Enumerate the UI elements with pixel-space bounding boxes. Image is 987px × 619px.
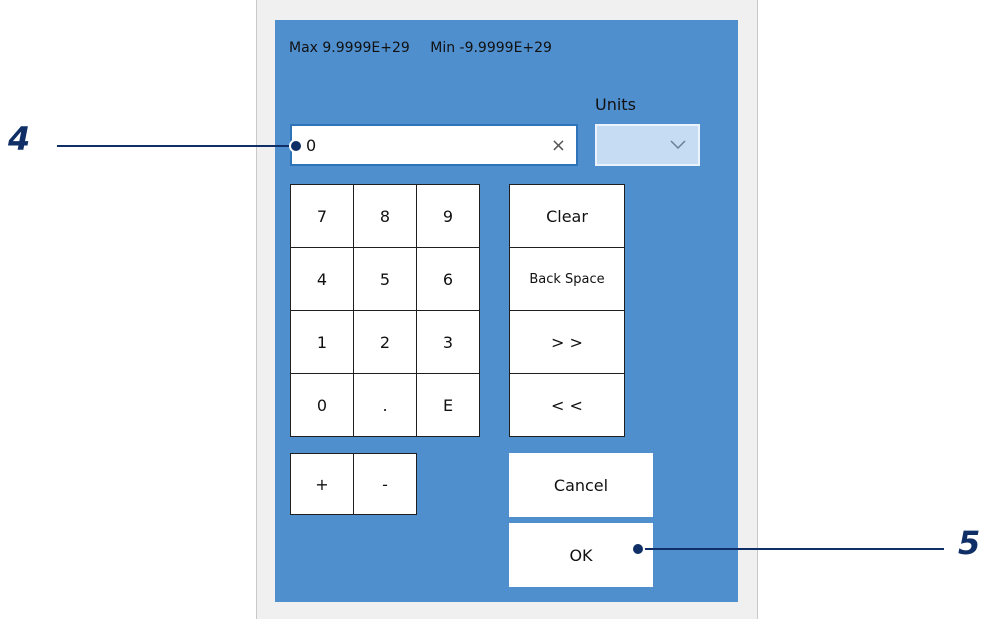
- key-4[interactable]: 4: [290, 247, 354, 311]
- callout-dot-5: [631, 542, 645, 556]
- callout-line-5: [636, 548, 944, 550]
- key-5[interactable]: 5: [353, 247, 417, 311]
- clear-button[interactable]: Clear: [509, 184, 625, 248]
- key-0[interactable]: 0: [290, 373, 354, 437]
- max-value-text: Max 9.9999E+29: [289, 40, 410, 56]
- key-plus[interactable]: +: [290, 453, 354, 515]
- key-1[interactable]: 1: [290, 310, 354, 374]
- chevron-down-icon: [670, 140, 686, 150]
- ok-button[interactable]: OK: [509, 523, 653, 587]
- key-6[interactable]: 6: [416, 247, 480, 311]
- key-minus[interactable]: -: [353, 453, 417, 515]
- key-7[interactable]: 7: [290, 184, 354, 248]
- backspace-button[interactable]: Back Space: [509, 247, 625, 311]
- min-value-text: Min -9.9999E+29: [430, 40, 552, 56]
- value-input[interactable]: 0 ×: [290, 124, 578, 166]
- cursor-back-button[interactable]: < <: [509, 373, 625, 437]
- key-3[interactable]: 3: [416, 310, 480, 374]
- key-exponent[interactable]: E: [416, 373, 480, 437]
- key-2[interactable]: 2: [353, 310, 417, 374]
- callout-number-5: 5: [958, 524, 981, 562]
- key-8[interactable]: 8: [353, 184, 417, 248]
- value-input-text: 0: [306, 136, 317, 155]
- units-label: Units: [595, 95, 636, 114]
- cancel-button[interactable]: Cancel: [509, 453, 653, 517]
- key-decimal[interactable]: .: [353, 373, 417, 437]
- callout-number-4: 4: [8, 120, 31, 158]
- key-9[interactable]: 9: [416, 184, 480, 248]
- units-dropdown[interactable]: [595, 124, 700, 166]
- callout-dot-4: [289, 139, 303, 153]
- callout-line-4: [57, 145, 295, 147]
- close-icon[interactable]: ×: [551, 135, 566, 156]
- cursor-forward-button[interactable]: > >: [509, 310, 625, 374]
- range-info: Max 9.9999E+29 Min -9.9999E+29: [289, 40, 568, 56]
